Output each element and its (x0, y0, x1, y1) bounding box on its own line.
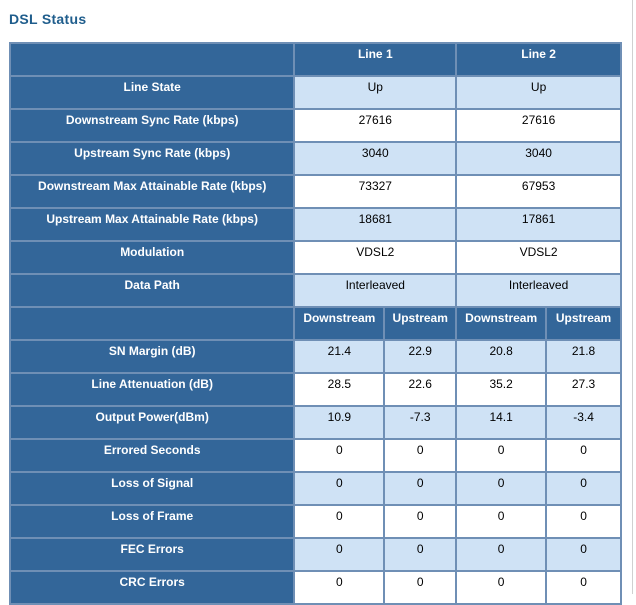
stat-value: 0 (455, 504, 548, 539)
table-row: Data Path Interleaved Interleaved (8, 273, 622, 308)
row-label: Line State (8, 75, 296, 110)
stat-value: 0 (293, 537, 386, 572)
stat-value: 0 (383, 570, 458, 605)
table-row: Downstream Sync Rate (kbps) 27616 27616 (8, 108, 622, 143)
line1-value: Interleaved (293, 273, 458, 308)
table-row: CRC Errors 0 0 0 0 (8, 570, 622, 605)
line2-value: VDSL2 (455, 240, 622, 275)
line1-value: 73327 (293, 174, 458, 209)
line1-value: 3040 (293, 141, 458, 176)
header-line2: Line 2 (455, 42, 622, 77)
stat-value: 0 (545, 504, 622, 539)
sub-header-downstream: Downstream (455, 306, 548, 341)
stat-value: 0 (545, 471, 622, 506)
stat-value: 21.8 (545, 339, 622, 374)
line1-value: 27616 (293, 108, 458, 143)
row-label: Data Path (8, 273, 296, 308)
stat-value: 10.9 (293, 405, 386, 440)
row-label: Line Attenuation (dB) (8, 372, 296, 407)
stat-value: -3.4 (545, 405, 622, 440)
table-row: Line State Up Up (8, 75, 622, 110)
row-label: Errored Seconds (8, 438, 296, 473)
row-label: FEC Errors (8, 537, 296, 572)
stat-value: 0 (545, 570, 622, 605)
row-label: Upstream Sync Rate (kbps) (8, 141, 296, 176)
table-row: Line Attenuation (dB) 28.5 22.6 35.2 27.3 (8, 372, 622, 407)
stat-value: 0 (293, 504, 386, 539)
row-label: Downstream Sync Rate (kbps) (8, 108, 296, 143)
row-label: Downstream Max Attainable Rate (kbps) (8, 174, 296, 209)
stat-value: 22.6 (383, 372, 458, 407)
row-label: Modulation (8, 240, 296, 275)
row-label: Upstream Max Attainable Rate (kbps) (8, 207, 296, 242)
line2-value: 67953 (455, 174, 622, 209)
table-row: Upstream Sync Rate (kbps) 3040 3040 (8, 141, 622, 176)
row-label: CRC Errors (8, 570, 296, 605)
line2-value: 27616 (455, 108, 622, 143)
stat-value: 0 (545, 537, 622, 572)
table-row: Errored Seconds 0 0 0 0 (8, 438, 622, 473)
table-row: Loss of Signal 0 0 0 0 (8, 471, 622, 506)
sub-header-upstream: Upstream (545, 306, 622, 341)
table-row: Loss of Frame 0 0 0 0 (8, 504, 622, 539)
stat-value: 0 (455, 570, 548, 605)
table-row: Output Power(dBm) 10.9 -7.3 14.1 -3.4 (8, 405, 622, 440)
stat-value: -7.3 (383, 405, 458, 440)
stat-value: 20.8 (455, 339, 548, 374)
sub-header-downstream: Downstream (293, 306, 386, 341)
sub-header-upstream: Upstream (383, 306, 458, 341)
stat-value: 0 (383, 504, 458, 539)
stat-value: 28.5 (293, 372, 386, 407)
row-label: Output Power(dBm) (8, 405, 296, 440)
stat-value: 0 (383, 438, 458, 473)
table-row: SN Margin (dB) 21.4 22.9 20.8 21.8 (8, 339, 622, 374)
row-label: Loss of Signal (8, 471, 296, 506)
stat-value: 0 (455, 537, 548, 572)
line2-value: 3040 (455, 141, 622, 176)
line2-value: Up (455, 75, 622, 110)
stat-value: 0 (293, 438, 386, 473)
stat-value: 27.3 (545, 372, 622, 407)
row-label: Loss of Frame (8, 504, 296, 539)
sub-header-empty (8, 306, 296, 341)
scrollbar-edge (632, 0, 633, 594)
line2-value: 17861 (455, 207, 622, 242)
header-line1: Line 1 (293, 42, 458, 77)
stat-value: 0 (383, 471, 458, 506)
line2-value: Interleaved (455, 273, 622, 308)
row-label: SN Margin (dB) (8, 339, 296, 374)
table-header-row: Line 1 Line 2 (8, 42, 622, 77)
stat-value: 14.1 (455, 405, 548, 440)
table-row: Modulation VDSL2 VDSL2 (8, 240, 622, 275)
stat-value: 0 (455, 438, 548, 473)
page-title: DSL Status (9, 11, 87, 27)
stat-value: 35.2 (455, 372, 548, 407)
line1-value: 18681 (293, 207, 458, 242)
table-row: FEC Errors 0 0 0 0 (8, 537, 622, 572)
stat-value: 0 (383, 537, 458, 572)
sub-header-row: Downstream Upstream Downstream Upstream (8, 306, 622, 341)
header-empty (8, 42, 296, 77)
line1-value: Up (293, 75, 458, 110)
stat-value: 0 (293, 570, 386, 605)
stat-value: 22.9 (383, 339, 458, 374)
stat-value: 0 (545, 438, 622, 473)
stat-value: 21.4 (293, 339, 386, 374)
stat-value: 0 (455, 471, 548, 506)
table-row: Upstream Max Attainable Rate (kbps) 18681… (8, 207, 622, 242)
table-row: Downstream Max Attainable Rate (kbps) 733… (8, 174, 622, 209)
dsl-status-table: Line 1 Line 2 Line State Up Up Downstream S… (8, 42, 622, 605)
line1-value: VDSL2 (293, 240, 458, 275)
stat-value: 0 (293, 471, 386, 506)
